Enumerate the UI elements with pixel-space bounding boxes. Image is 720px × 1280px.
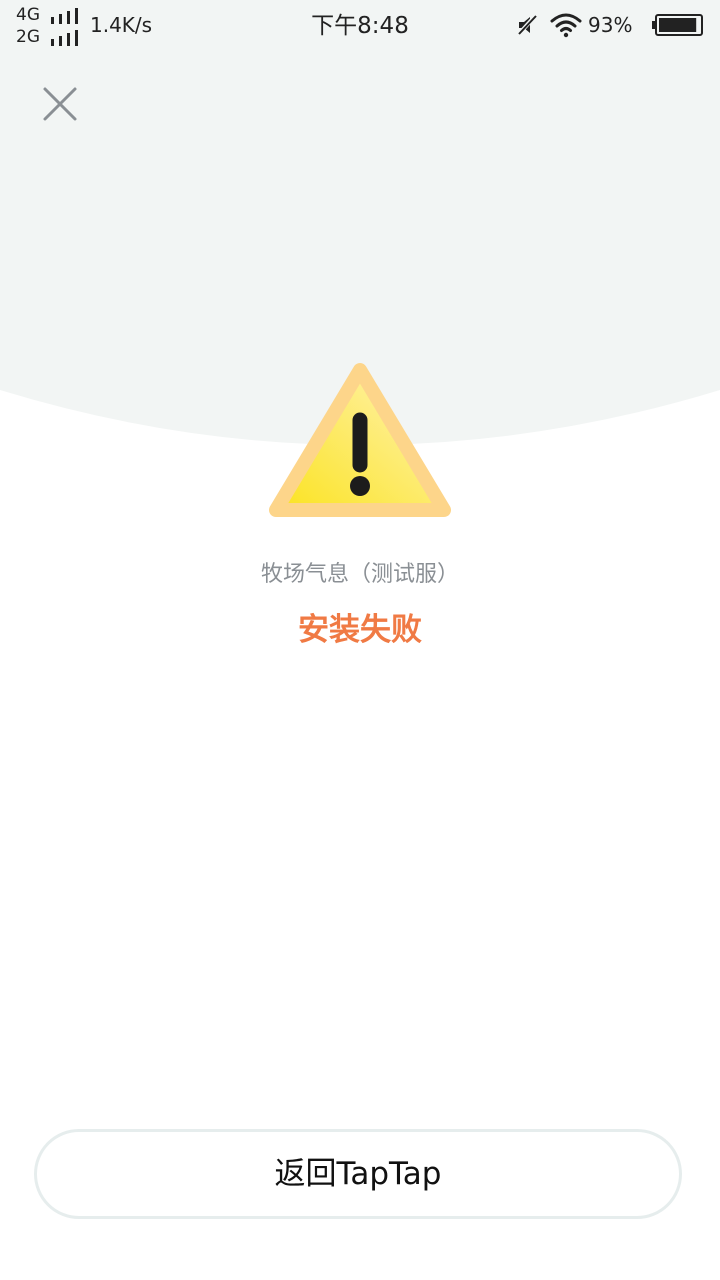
close-icon <box>43 87 77 121</box>
mute-icon <box>516 13 538 37</box>
battery-icon <box>652 14 703 36</box>
install-status-text: 安装失败 <box>298 612 422 648</box>
app-name: 牧场气息（测试服） <box>260 562 459 587</box>
return-taptap-button[interactable]: 返回TapTap <box>34 1129 682 1219</box>
close-button[interactable] <box>36 80 84 128</box>
battery-percent: 93% <box>588 13 633 37</box>
status-bar: 4G 2G 1.4K/s 下午8:48 93% <box>0 0 720 50</box>
wifi-icon <box>550 13 582 38</box>
warning-icon <box>269 363 451 517</box>
install-result-screen: 4G 2G 1.4K/s 下午8:48 93% 牧场气息（测试服） 安装失败 返… <box>0 0 720 1280</box>
battery-fill <box>659 18 697 32</box>
status-indicators: 93% <box>508 10 708 40</box>
